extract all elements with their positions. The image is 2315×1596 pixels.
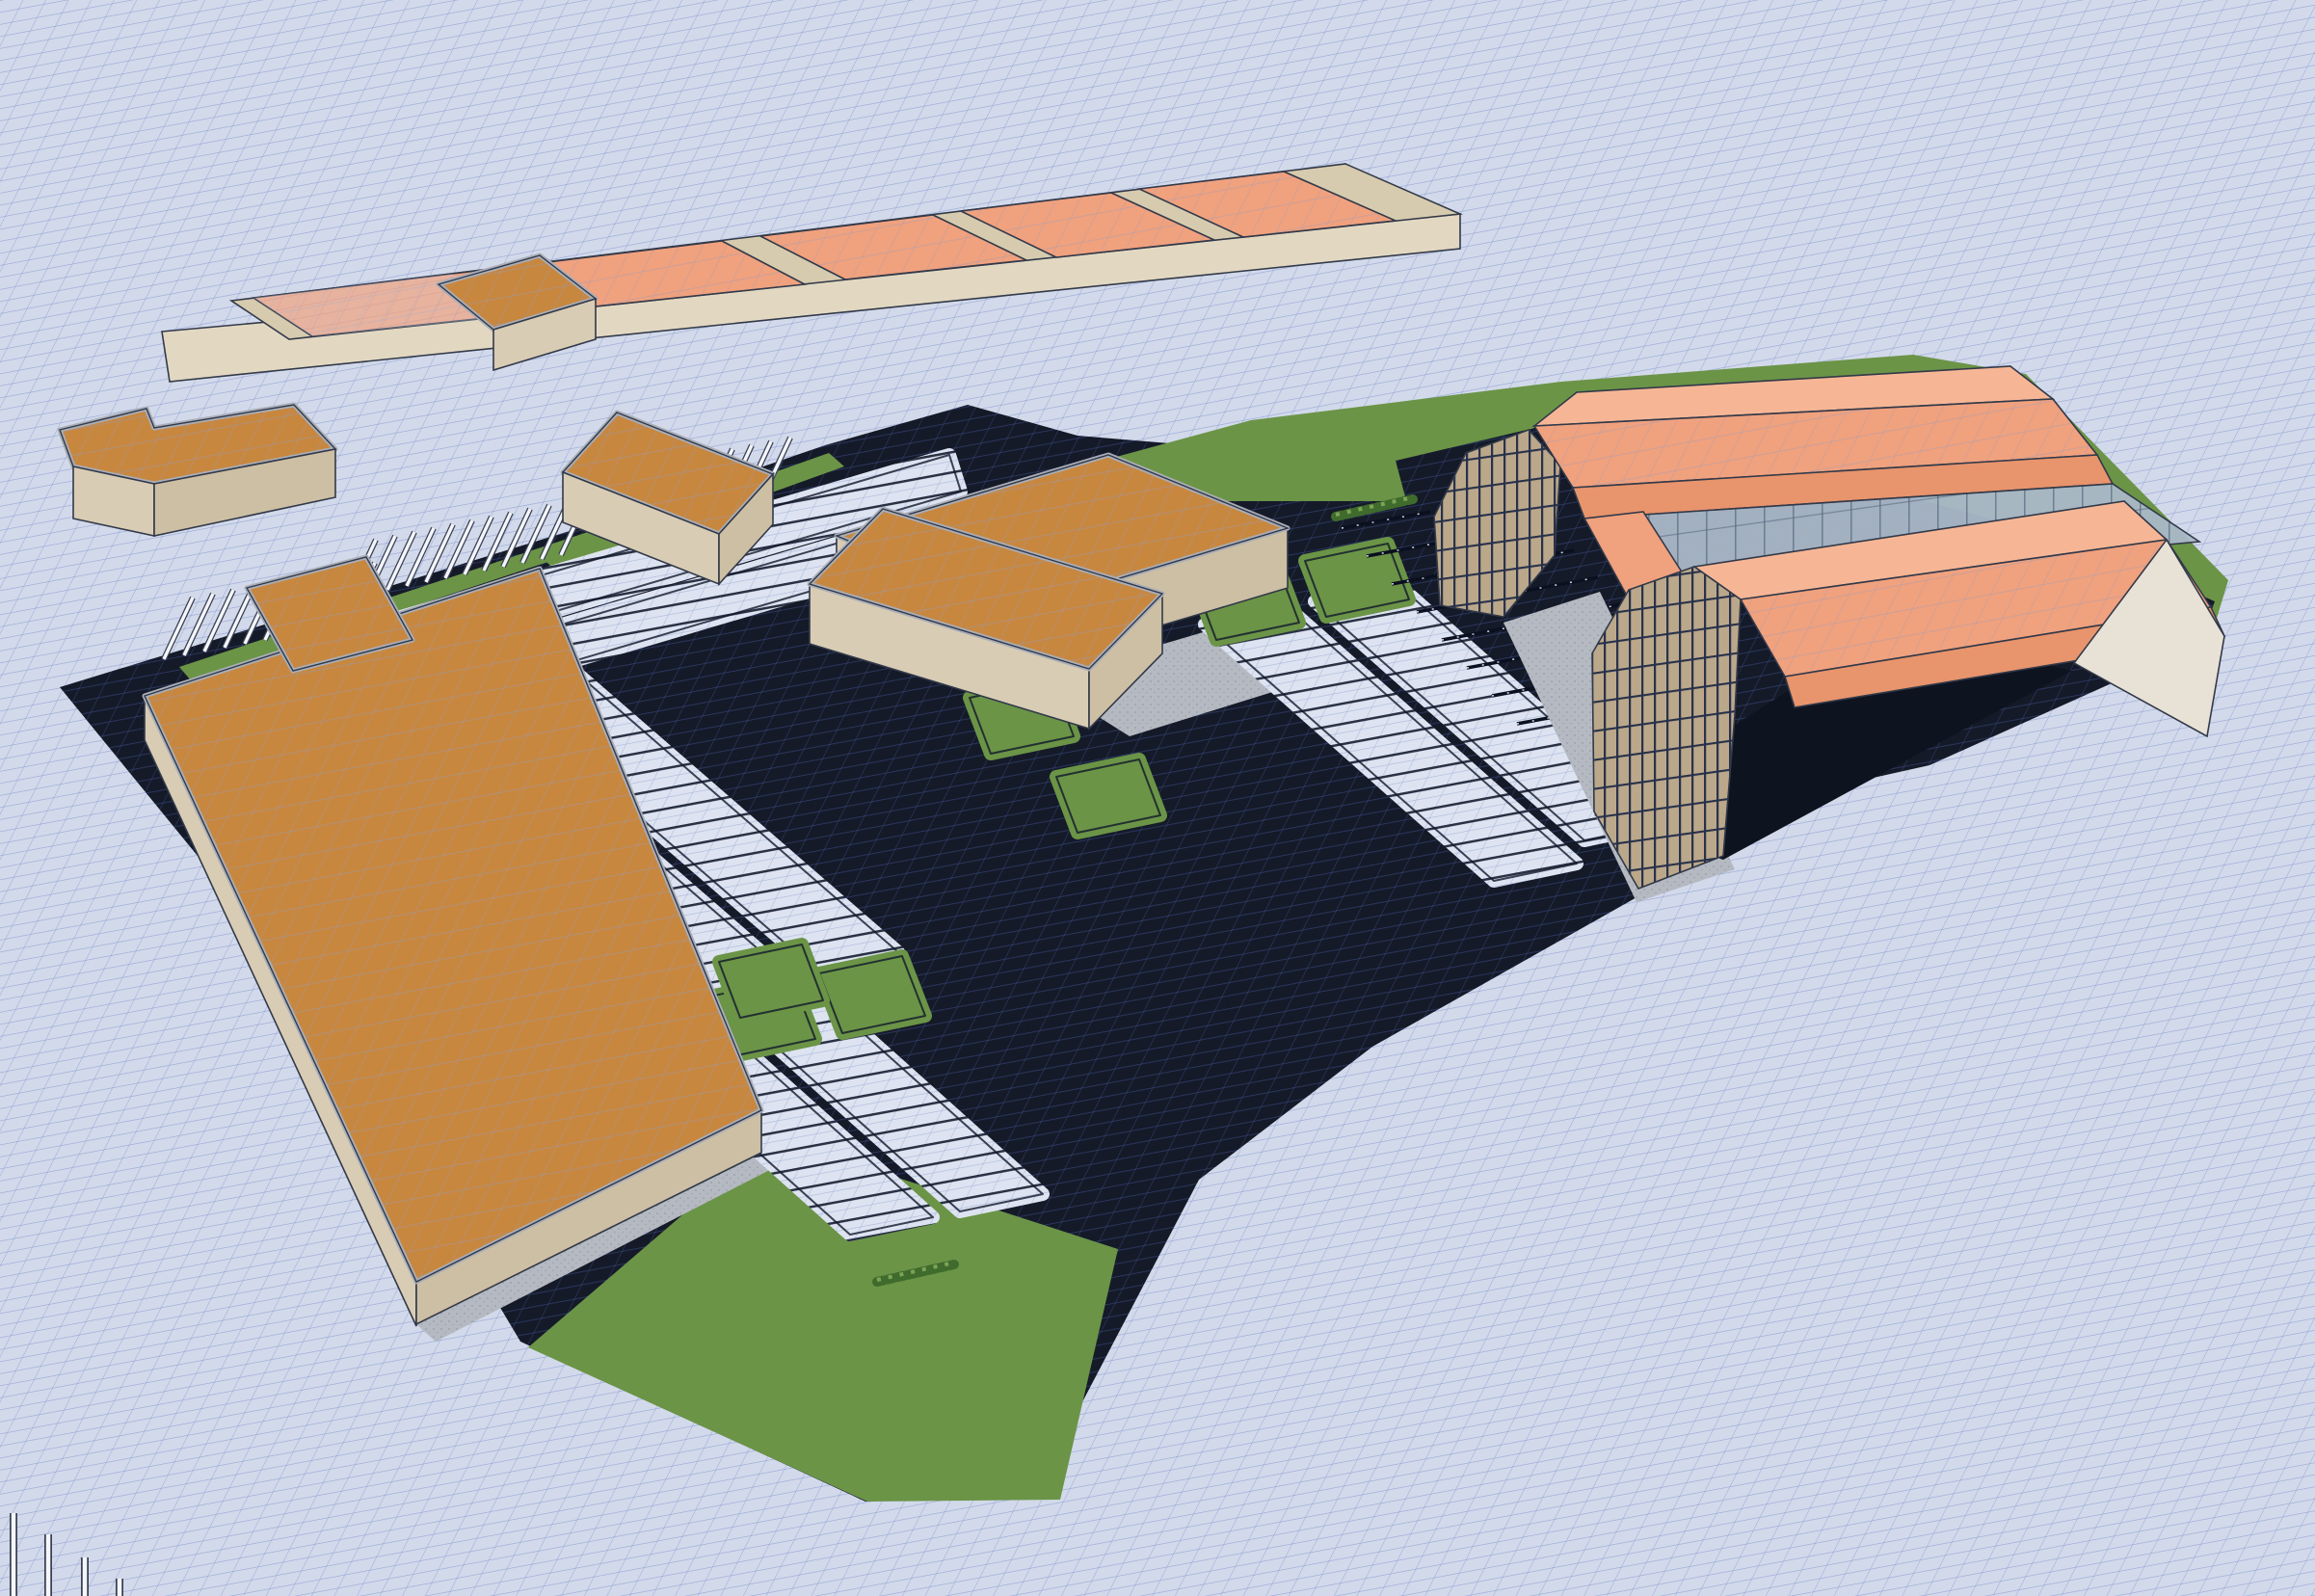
site-model-3d-view[interactable]: [0, 0, 2315, 1596]
model-viewport[interactable]: [0, 0, 2315, 1596]
